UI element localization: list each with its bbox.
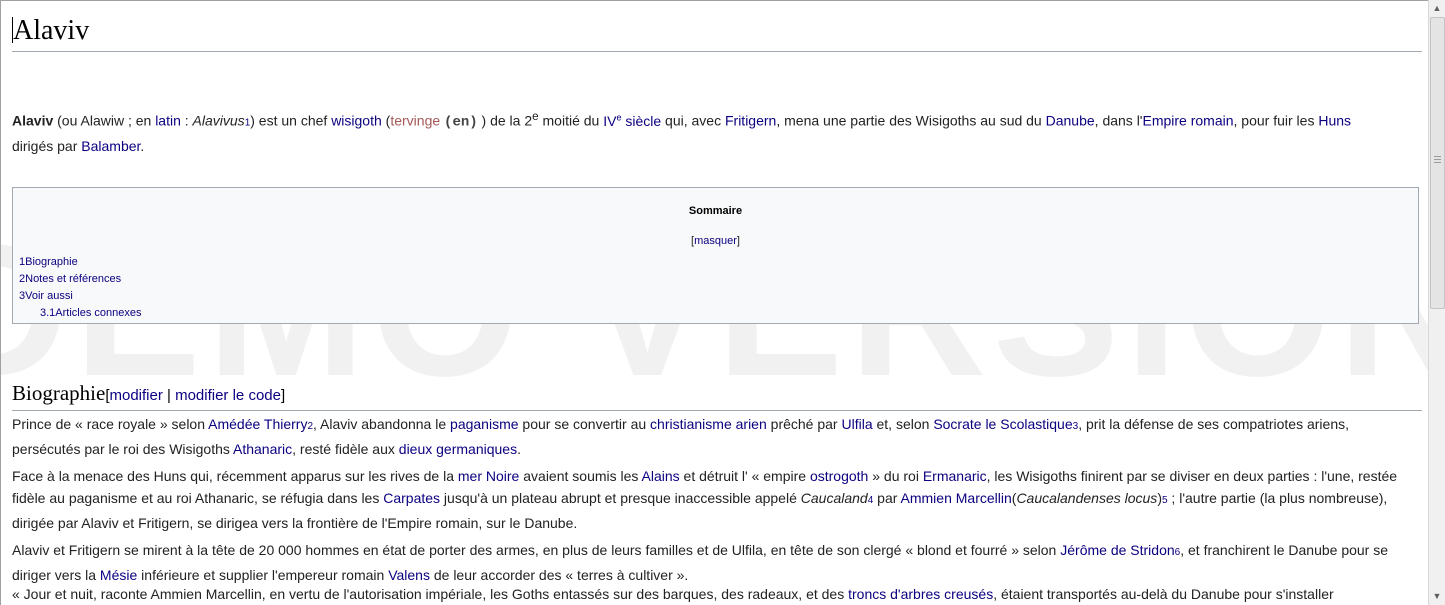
link-ulfila[interactable]: Ulfila <box>841 416 872 432</box>
link-valens[interactable]: Valens <box>388 567 430 583</box>
link-ammien-marcellin[interactable]: Ammien Marcellin <box>901 490 1012 506</box>
scroll-up-arrow-icon[interactable]: ▲ <box>1429 0 1445 17</box>
link-christianisme-arien[interactable]: christianisme arien <box>650 416 767 432</box>
link-alains[interactable]: Alains <box>642 468 680 484</box>
link-dieux-germaniques[interactable]: dieux germaniques <box>399 441 517 457</box>
toc-hide-toggle: [masquer] <box>691 235 740 247</box>
lang-en[interactable]: (en) <box>444 115 478 131</box>
link-mer-noire[interactable]: mer Noire <box>458 468 519 484</box>
link-ermanaric[interactable]: Ermanaric <box>923 468 987 484</box>
section-edit-links: [modifier | modifier le code] <box>105 387 286 404</box>
toc-item-biographie[interactable]: 1Biographie <box>19 254 142 271</box>
link-danube[interactable]: Danube <box>1046 113 1095 129</box>
page-title: Alaviv <box>12 13 1422 52</box>
link-latin[interactable]: latin <box>155 113 181 129</box>
link-wisigoth[interactable]: wisigoth <box>331 113 382 129</box>
grip-icon <box>1434 156 1441 165</box>
link-mesie[interactable]: Mésie <box>100 567 137 583</box>
browser-viewport: DEMO VERSION Alaviv Alaviv (ou Alawiw ; … <box>0 0 1428 605</box>
link-fritigern[interactable]: Fritigern <box>725 113 776 129</box>
scrollbar-thumb[interactable] <box>1430 17 1445 309</box>
paragraph-2: Face à la menace des Huns qui, récemment… <box>12 468 1398 531</box>
edit-link[interactable]: modifier <box>109 387 162 404</box>
link-paganisme[interactable]: paganisme <box>450 416 519 432</box>
link-amedee-thierry[interactable]: Amédée Thierry <box>208 416 307 432</box>
link-troncs-arbres[interactable]: troncs d'arbres creusés <box>848 586 993 602</box>
link-carpates[interactable]: Carpates <box>383 490 440 506</box>
toc-list: 1Biographie 2Notes et références 3Voir a… <box>19 254 142 322</box>
lead-paragraph: Alaviv (ou Alawiw ; en latin : Alavivus1… <box>12 110 1352 154</box>
link-empire-romain[interactable]: Empire romain <box>1142 113 1233 129</box>
link-jerome-de-stridon[interactable]: Jérôme de Stridon <box>1060 542 1174 558</box>
paragraph-4: « Jour et nuit, raconte Ammien Marcellin… <box>12 586 1334 602</box>
toc-hide-link[interactable]: masquer <box>694 235 737 247</box>
link-iv-siecle[interactable]: IVe siècle <box>603 112 661 129</box>
vertical-scrollbar[interactable]: ▲ ▼ <box>1428 0 1445 605</box>
toc-item-articles-connexes[interactable]: 3.1Articles connexes <box>19 305 142 322</box>
link-athanaric[interactable]: Athanaric <box>233 441 292 457</box>
paragraph-1: Prince de « race royale » selon Amédée T… <box>12 416 1349 457</box>
link-balamber[interactable]: Balamber <box>81 138 140 154</box>
link-ostrogoth[interactable]: ostrogoth <box>810 468 868 484</box>
toc-item-notes[interactable]: 2Notes et références <box>19 271 142 288</box>
paragraph-3: Alaviv et Fritigern se mirent à la tête … <box>12 542 1389 583</box>
link-huns[interactable]: Huns <box>1318 113 1351 129</box>
link-socrate[interactable]: Socrate le Scolastique <box>933 416 1072 432</box>
section-heading-biographie: Biographie[modifier | modifier le code] <box>12 379 1422 411</box>
scroll-down-arrow-icon[interactable]: ▼ <box>1429 588 1445 605</box>
edit-code-link[interactable]: modifier le code <box>175 387 281 404</box>
table-of-contents: Sommaire [masquer] 1Biographie 2Notes et… <box>12 187 1419 324</box>
toc-item-voir-aussi[interactable]: 3Voir aussi <box>19 288 142 305</box>
toc-title: Sommaire <box>688 205 743 217</box>
link-tervinge[interactable]: tervinge <box>390 113 440 129</box>
